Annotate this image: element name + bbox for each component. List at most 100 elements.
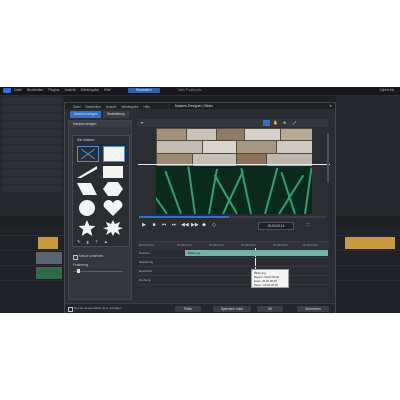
- mask-preview[interactable]: [156, 128, 312, 214]
- next-frame-icon[interactable]: ⏭: [171, 222, 177, 228]
- library-row[interactable]: [2, 121, 62, 128]
- selected-track-only-label: Nur die ausgewählte Spur anzeigen: [74, 306, 122, 310]
- fullscreen-icon[interactable]: ⛶: [307, 222, 310, 227]
- playback-controls: ▶ ■ ⏮ ⏭ ◀◀ ▶▶ ◆ ◇: [139, 220, 333, 230]
- fit-icon[interactable]: ⤢: [293, 120, 296, 125]
- feathering-slider-handle[interactable]: [77, 269, 80, 273]
- library-row[interactable]: [2, 129, 62, 136]
- library-row[interactable]: [2, 185, 62, 192]
- rectangle-mask-shape[interactable]: [103, 146, 125, 162]
- leaf: [156, 177, 168, 214]
- menu-item-wiedergabe[interactable]: Wiedergabe: [81, 88, 99, 92]
- vertical-scrollbar[interactable]: [327, 133, 329, 183]
- zoom-icon[interactable]: ⊕: [283, 120, 286, 125]
- diagonal-mask-shape[interactable]: [77, 166, 97, 178]
- remove-keyframe-icon[interactable]: ◇: [211, 222, 217, 228]
- menu-item-plugins[interactable]: Plugins: [48, 88, 59, 92]
- keyframe-ruler[interactable]: 00;00;00;00 00;00;01;00 00;00;02;00 00;0…: [137, 241, 329, 249]
- dialog-titlebar: Datei Bearbeiten Ansicht Wiedergabe Hilf…: [65, 103, 335, 109]
- tab-maskenvorlagen[interactable]: Maskenvorlagen: [70, 111, 102, 118]
- menu-item-hilfe[interactable]: Hilfe: [104, 88, 111, 92]
- library-row[interactable]: [2, 177, 62, 184]
- burst-mask-shape[interactable]: [103, 220, 123, 236]
- ok-button[interactable]: OK: [257, 306, 283, 312]
- play-icon[interactable]: ▶: [141, 222, 147, 228]
- brush-icon[interactable]: ✎: [77, 239, 80, 245]
- timeline-clip[interactable]: [36, 252, 62, 264]
- no-mask-shape[interactable]: [77, 146, 99, 162]
- text-tool-icon[interactable]: T: [95, 239, 97, 245]
- library-row[interactable]: [2, 161, 62, 168]
- timecode-display[interactable]: 00;00;02;16: [258, 222, 294, 230]
- hexagon-mask-shape[interactable]: [103, 182, 123, 196]
- keyframe-row[interactable]: Skalierung: [137, 258, 329, 267]
- ruler-tick: 00;00;03;00: [241, 243, 256, 247]
- library-row[interactable]: [2, 137, 62, 144]
- keyframe-row-label: Drehung: [139, 278, 151, 282]
- library-row[interactable]: [2, 153, 62, 160]
- library-row[interactable]: [2, 97, 62, 104]
- ruler-tick: 00;00;05;00: [303, 243, 318, 247]
- timeline-clip[interactable]: [38, 237, 58, 249]
- invert-mask-checkbox[interactable]: [73, 255, 78, 260]
- save-as-button[interactable]: Speichern unter: [213, 306, 251, 312]
- section-header: Maskenvorlagen: [69, 121, 131, 127]
- select-tool-icon[interactable]: [263, 120, 270, 126]
- brand-label: CyberLink: [379, 88, 394, 92]
- mask-boundary-line[interactable]: [138, 164, 330, 165]
- app-menubar: Datei Bearbeiten Plugins Ansicht Wiederg…: [0, 87, 400, 96]
- library-panel: [0, 96, 64, 216]
- keyframe-row[interactable]: Deckkraft: [137, 267, 329, 276]
- project-title: Mein Projekt.pds: [178, 88, 202, 92]
- seek-bar-fill: [139, 216, 229, 218]
- previous-frame-icon[interactable]: ⏮: [161, 222, 167, 228]
- menu-item-bearbeiten[interactable]: Bearbeiten: [27, 88, 43, 92]
- library-row[interactable]: [2, 105, 62, 112]
- keyframe-row[interactable]: Position Bilder.jpg: [137, 249, 329, 258]
- invert-mask-label: Maske umkehren: [79, 254, 104, 258]
- timeline-clip[interactable]: [36, 267, 62, 279]
- timeline-clip[interactable]: [345, 237, 395, 249]
- rewind-icon[interactable]: ◀◀: [181, 222, 189, 228]
- library-row[interactable]: [2, 113, 62, 120]
- star-mask-shape[interactable]: [77, 220, 97, 236]
- library-row[interactable]: [2, 145, 62, 152]
- wide-rectangle-mask-shape[interactable]: [103, 166, 123, 178]
- feathering-slider[interactable]: [73, 271, 123, 272]
- close-icon[interactable]: ✕: [329, 103, 332, 109]
- share-button[interactable]: Teilen: [175, 306, 201, 312]
- menu-item-datei[interactable]: Datei: [14, 88, 22, 92]
- stone-wall-image: [156, 128, 312, 168]
- ruler-tick: 00;00;04;00: [273, 243, 288, 247]
- library-row[interactable]: [2, 169, 62, 176]
- dialog-menu-bearbeiten[interactable]: Bearbeiten: [85, 104, 100, 110]
- arrow-icon[interactable]: ⇤: [141, 120, 144, 125]
- tab-bearbeitung[interactable]: Bearbeitung: [103, 111, 129, 118]
- add-keyframe-icon[interactable]: ◆: [201, 222, 207, 228]
- seek-bar[interactable]: [139, 216, 327, 218]
- dialog-menu-ansicht[interactable]: Ansicht: [106, 104, 116, 110]
- edit-mode-button[interactable]: Bearbeiten: [128, 88, 160, 93]
- cancel-button[interactable]: Abbrechen: [297, 306, 329, 312]
- shapes-caption: Alle Masken: [77, 138, 95, 142]
- circle-mask-shape[interactable]: [79, 200, 95, 216]
- dialog-menu-datei[interactable]: Datei: [73, 104, 80, 110]
- dialog-menu-wiedergabe[interactable]: Wiedergabe: [121, 104, 138, 110]
- dialog-menu-hilfe[interactable]: Hilfe: [144, 104, 150, 110]
- hand-icon[interactable]: ✋: [273, 120, 278, 125]
- no-mask-icon: [80, 148, 96, 160]
- shape-tool-icon[interactable]: ◭: [86, 239, 89, 245]
- menu-item-ansicht[interactable]: Ansicht: [64, 88, 75, 92]
- selected-track-only-checkbox[interactable]: [68, 307, 73, 312]
- parallelogram-mask-shape[interactable]: [77, 183, 97, 195]
- mask-templates-panel: Maskenvorlagen Alle Masken ✎ ◭ T ▲ Maske…: [68, 120, 132, 300]
- shapes-gallery: Alle Masken ✎ ◭ T ▲: [72, 135, 130, 247]
- stop-icon[interactable]: ■: [151, 222, 157, 228]
- forward-icon[interactable]: ▶▶: [191, 222, 199, 228]
- keyframe-clip[interactable]: Bilder.jpg: [185, 250, 328, 256]
- palm-leaves-image: [156, 166, 312, 214]
- heart-mask-shape[interactable]: [103, 200, 123, 216]
- keyframe-row[interactable]: Drehung: [137, 276, 329, 285]
- mountain-icon[interactable]: ▲: [104, 239, 108, 245]
- ruler-tick: 00;00;02;00: [209, 243, 224, 247]
